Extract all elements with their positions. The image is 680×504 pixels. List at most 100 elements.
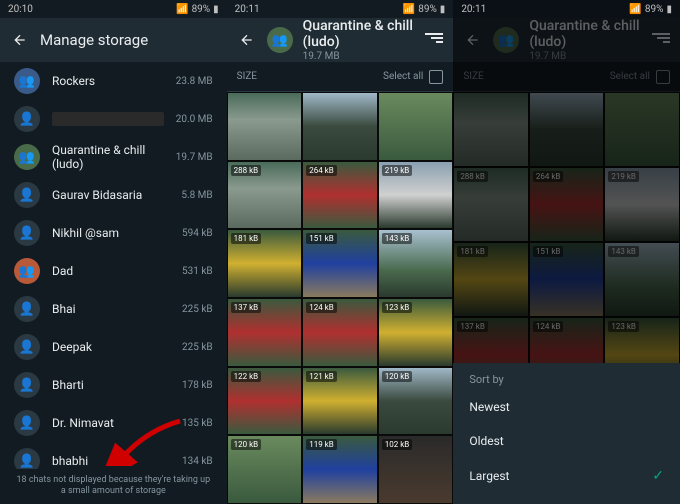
chat-row[interactable]: 👤 Dr. Nimavat 135 kB: [0, 404, 227, 442]
media-thumb[interactable]: 143 kB: [378, 229, 454, 298]
header: 👥 Quarantine & chill (ludo) 19.7 MB: [227, 18, 454, 62]
size-label: SIZE: [237, 71, 383, 82]
media-thumb[interactable]: [378, 92, 454, 161]
size-badge: 102 kB: [382, 439, 413, 450]
avatar: 👥: [14, 68, 40, 94]
media-thumb[interactable]: 264 kB: [302, 161, 378, 230]
sort-icon[interactable]: [425, 33, 443, 47]
size-badge: 181 kB: [457, 246, 488, 257]
chat-size: 594 kB: [182, 228, 213, 239]
media-thumb[interactable]: 119 kB: [302, 435, 378, 504]
grid-row: 181 kB 151 kB 143 kB: [453, 242, 680, 317]
chat-row[interactable]: 👤 Gaurav Bidasaria 5.8 MB: [0, 176, 227, 214]
chat-size: 5.8 MB: [181, 190, 212, 201]
media-thumb[interactable]: 181 kB: [227, 229, 303, 298]
size-badge: 143 kB: [608, 246, 639, 257]
media-thumb[interactable]: 102 kB: [378, 435, 454, 504]
media-thumb[interactable]: 181 kB: [453, 242, 529, 317]
chat-name: bhabhi: [52, 454, 170, 468]
media-thumb[interactable]: 124 kB: [302, 298, 378, 367]
chat-size: 23.8 MB: [176, 76, 213, 87]
back-icon[interactable]: [463, 30, 483, 50]
media-thumb[interactable]: 219 kB: [604, 167, 680, 242]
media-grid: 288 kB264 kB 219 kB 181 kB 151 kB 143 kB 137 …: [227, 92, 454, 504]
header: Manage storage: [0, 18, 227, 62]
size-badge: 219 kB: [382, 165, 413, 176]
chat-row[interactable]: 👤Nikhil @sam594 kB: [0, 214, 227, 252]
chat-row[interactable]: 👥Dad531 kB: [0, 252, 227, 290]
back-icon[interactable]: [237, 30, 257, 50]
media-thumb[interactable]: 137 kB: [227, 298, 303, 367]
sort-option[interactable]: Oldest: [469, 424, 664, 458]
chat-row[interactable]: 👤██████20.0 MB: [0, 100, 227, 138]
media-thumb[interactable]: 288 kB: [227, 161, 303, 230]
select-all-label[interactable]: Select all: [610, 71, 650, 82]
chat-row[interactable]: 👤Bharti178 kB: [0, 366, 227, 404]
chat-name: Rockers: [52, 74, 164, 88]
media-thumb[interactable]: [227, 92, 303, 161]
size-badge: 219 kB: [608, 171, 639, 182]
grid-row: 288 kB264 kB 219 kB: [227, 161, 454, 230]
chat-row[interactable]: 👤bhabhi134 kB: [0, 442, 227, 469]
media-thumb[interactable]: 122 kB: [227, 367, 303, 436]
media-thumb[interactable]: 151 kB: [529, 242, 605, 317]
sort-option[interactable]: Largest: [469, 458, 664, 494]
chat-size: 135 kB: [182, 418, 213, 429]
chat-row[interactable]: 👥Quarantine & chill (ludo)19.7 MB: [0, 138, 227, 176]
media-thumb[interactable]: 151 kB: [302, 229, 378, 298]
time: 20:11: [235, 4, 260, 15]
size-badge: 120 kB: [382, 371, 413, 382]
grid-row: 120 kB119 kB 102 kB: [227, 435, 454, 504]
chat-name: Bhai: [52, 302, 170, 316]
size-badge: 121 kB: [306, 371, 337, 382]
media-thumb[interactable]: [604, 92, 680, 167]
media-thumb[interactable]: 219 kB: [378, 161, 454, 230]
size-badge: 123 kB: [382, 302, 413, 313]
chat-size: 225 kB: [182, 342, 213, 353]
select-all-label[interactable]: Select all: [383, 71, 423, 82]
chat-row[interactable]: 👤Bhai225 kB: [0, 290, 227, 328]
screen-manage-storage: 20:10 📶 89%▮ Manage storage 👥Rockers23.8…: [0, 0, 227, 504]
avatar: 👤: [14, 182, 40, 208]
size-badge: 151 kB: [533, 246, 564, 257]
chat-name: Dr. Nimavat: [52, 416, 170, 430]
media-thumb[interactable]: [529, 92, 605, 167]
media-thumb[interactable]: 121 kB: [302, 367, 378, 436]
sheet-title: Sort by: [469, 373, 664, 386]
select-all-checkbox[interactable]: [429, 70, 443, 84]
chat-avatar: 👥: [267, 27, 293, 53]
media-thumb[interactable]: 120 kB: [227, 435, 303, 504]
media-thumb[interactable]: [453, 92, 529, 167]
avatar: 👤: [14, 372, 40, 398]
select-all-checkbox[interactable]: [656, 70, 670, 84]
media-thumb[interactable]: 143 kB: [604, 242, 680, 317]
media-thumb[interactable]: 288 kB: [453, 167, 529, 242]
chat-row[interactable]: 👤Deepak225 kB: [0, 328, 227, 366]
chat-size: 178 kB: [182, 380, 213, 391]
media-thumb[interactable]: 264 kB: [529, 167, 605, 242]
back-icon[interactable]: [10, 30, 30, 50]
size-badge: 181 kB: [231, 233, 262, 244]
chat-size: 134 kB: [182, 456, 213, 467]
size-badge: 122 kB: [231, 371, 262, 382]
chat-name: Gaurav Bidasaria: [52, 188, 169, 202]
grid-row: 181 kB 151 kB 143 kB: [227, 229, 454, 298]
avatar: 👤: [14, 334, 40, 360]
sort-option[interactable]: Newest: [469, 390, 664, 424]
size-label: SIZE: [463, 71, 609, 82]
size-badge: 264 kB: [533, 171, 564, 182]
media-thumb[interactable]: 120 kB: [378, 367, 454, 436]
media-thumb[interactable]: [302, 92, 378, 161]
time: 20:10: [8, 4, 33, 15]
size-badge: 143 kB: [382, 233, 413, 244]
chat-name: Quarantine & chill (ludo): [52, 143, 164, 171]
size-badge: 119 kB: [306, 439, 337, 450]
avatar: 👥: [14, 144, 40, 170]
sort-sheet: Sort by NewestOldestLargest: [453, 363, 680, 504]
avatar: 👤: [14, 410, 40, 436]
media-thumb[interactable]: 123 kB: [378, 298, 454, 367]
sort-icon[interactable]: [652, 33, 670, 47]
chat-row[interactable]: 👥 Rockers 23.8 MB: [0, 62, 227, 100]
chat-size: 225 kB: [182, 304, 213, 315]
header: 👥 Quarantine & chill (ludo) 19.7 MB: [453, 18, 680, 62]
